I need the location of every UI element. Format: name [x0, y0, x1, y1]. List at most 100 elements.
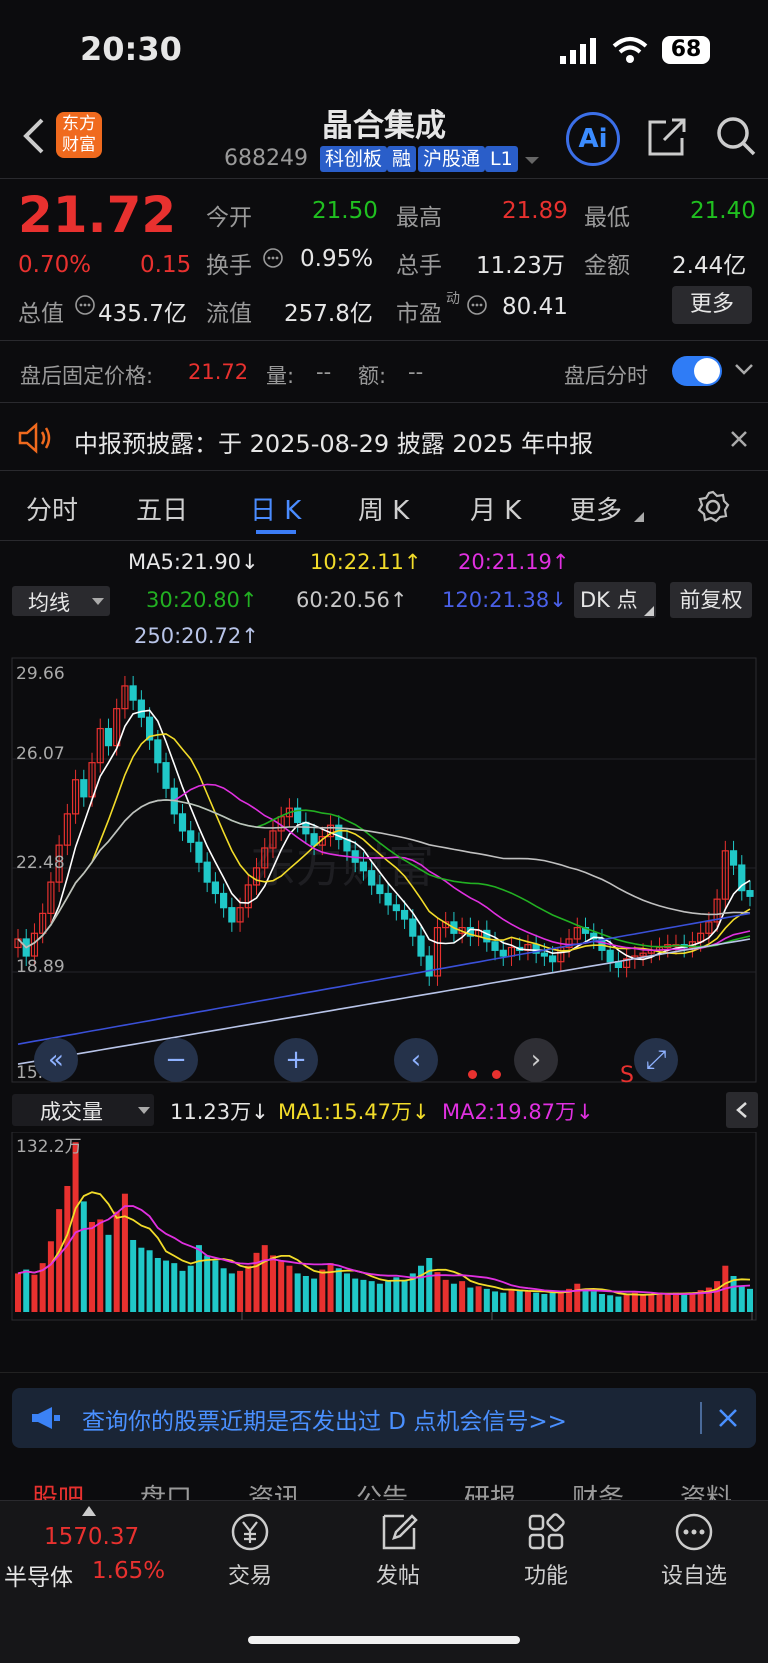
close-icon[interactable] — [718, 1408, 738, 1428]
badge-margin: 融 — [387, 146, 417, 172]
volume-bar — [549, 1292, 556, 1312]
low-label: 最低 — [584, 205, 630, 231]
candle-body — [491, 941, 499, 951]
ma10-label: 10:22.11↑ — [310, 550, 422, 574]
nav-functions[interactable]: 功能 — [496, 1510, 596, 1590]
volume-bar — [418, 1265, 425, 1312]
low-value: 21.40 — [690, 198, 756, 224]
ai-button[interactable]: Ai — [566, 112, 620, 166]
volume-bar — [146, 1250, 153, 1312]
volume-bar — [113, 1211, 120, 1312]
dropdown-icon[interactable] — [524, 156, 540, 166]
scroll-right-button[interactable]: › — [514, 1038, 558, 1082]
zoom-out-button[interactable]: − — [154, 1038, 198, 1082]
candle-body — [178, 813, 187, 832]
ma-select[interactable]: 均线 — [12, 586, 110, 616]
tab-five-day[interactable]: 五日 — [136, 490, 188, 527]
volume-bar — [368, 1281, 375, 1312]
after-hours-toggle-label: 盘后分时 — [564, 364, 648, 388]
info-icon[interactable] — [74, 294, 96, 316]
volume-current: 11.23万↓ — [170, 1100, 269, 1124]
more-button[interactable]: 更多 — [672, 286, 752, 324]
candle-body — [129, 685, 137, 701]
candle-body — [549, 955, 557, 963]
candlestick-chart[interactable]: 东方财富 29.66 26.07 22.48 18.89 15.31 S — [0, 650, 768, 1090]
nav-trade[interactable]: 交易 — [200, 1510, 300, 1590]
ma-select-label: 均线 — [28, 591, 70, 615]
chart-watermark: 东方财富 — [250, 839, 434, 893]
dk-point-button[interactable]: DK 点 — [574, 582, 656, 618]
adjust-button[interactable]: 前复权 — [670, 582, 752, 618]
candle-body — [425, 955, 433, 977]
sell-signal-marker: S — [620, 1063, 634, 1088]
dropdown-icon — [138, 1107, 150, 1114]
banner-text: 查询你的股票近期是否发出过 D 点机会信号>> — [82, 1409, 567, 1435]
volume-bar — [533, 1292, 540, 1312]
candle-body — [746, 890, 754, 897]
volume-bar — [15, 1273, 21, 1312]
volume-bar — [163, 1260, 170, 1312]
candle-body — [359, 861, 368, 872]
tab-daily-k[interactable]: 日 K — [250, 490, 301, 527]
edit-icon — [382, 1514, 418, 1550]
volume-bar — [450, 1283, 457, 1312]
volume-bar — [541, 1293, 548, 1312]
info-icon[interactable] — [262, 247, 284, 269]
sector-index-name[interactable]: 半导体 — [4, 1558, 73, 1592]
sector-index-value[interactable]: 1570.37 — [44, 1524, 139, 1550]
collapse-button[interactable] — [726, 1092, 758, 1128]
volume-value: 11.23万 — [476, 253, 565, 279]
tab-intraday[interactable]: 分时 — [26, 490, 78, 527]
signal-icon — [560, 38, 596, 64]
volume-bar — [557, 1291, 564, 1312]
volume-ma2: MA2:19.87万↓ — [442, 1100, 594, 1124]
dk-signal-banner[interactable]: 查询你的股票近期是否发出过 D 点机会信号>> — [12, 1388, 756, 1448]
volume-bar — [524, 1291, 531, 1312]
y-tick: 18.89 — [16, 957, 65, 977]
volume-ymax: 132.2万 — [16, 1137, 82, 1157]
candle-body — [104, 727, 113, 747]
search-icon[interactable] — [714, 114, 758, 158]
volume-bar — [121, 1193, 128, 1312]
volume-bar — [294, 1273, 301, 1312]
float-value: 257.8亿 — [284, 301, 373, 327]
nav-functions-label: 功能 — [523, 1564, 568, 1589]
rewind-button[interactable]: « — [34, 1038, 78, 1082]
candle-body — [162, 762, 170, 789]
pe-value: 80.41 — [502, 294, 568, 320]
after-hours-toggle[interactable] — [672, 356, 722, 386]
mcap-label: 总值 — [18, 301, 64, 327]
chevron-down-icon[interactable] — [734, 363, 754, 377]
after-hours-amt-label: 额: — [358, 364, 387, 388]
volume-bar — [228, 1273, 235, 1312]
scroll-left-button[interactable]: ‹ — [394, 1038, 438, 1082]
more-dots-icon — [675, 1513, 713, 1551]
turnover-label: 换手 — [206, 253, 252, 279]
indicator-select[interactable]: 成交量 — [12, 1094, 154, 1126]
after-hours-vol: -- — [316, 360, 332, 384]
share-icon[interactable] — [646, 116, 688, 158]
tab-monthly-k[interactable]: 月 K — [470, 490, 521, 527]
after-hours-vol-label: 量: — [266, 364, 295, 388]
tab-more[interactable]: 更多 — [570, 490, 622, 527]
volume-bar — [516, 1290, 523, 1312]
gear-icon[interactable] — [696, 490, 730, 524]
volume-chart[interactable]: 132.2万 20241028 20250117 20250429 202508… — [0, 1132, 768, 1322]
badge-connect: 沪股通 — [418, 146, 486, 172]
volume-bar — [631, 1292, 638, 1312]
candle-body — [540, 952, 548, 957]
volume-bar — [393, 1277, 400, 1312]
zoom-in-button[interactable]: + — [274, 1038, 318, 1082]
close-icon[interactable] — [730, 430, 748, 448]
sector-index-pct[interactable]: 1.65% — [92, 1558, 165, 1584]
pe-label: 市盈 — [396, 301, 442, 327]
info-icon[interactable] — [466, 294, 488, 316]
yen-coin-icon — [231, 1513, 269, 1551]
ma30-label: 30:20.80↑ — [146, 588, 258, 612]
nav-post[interactable]: 发帖 — [348, 1510, 448, 1590]
nav-add-watchlist-label: 设自选 — [660, 1564, 727, 1589]
fullscreen-button[interactable]: ⤢ — [634, 1038, 678, 1082]
volume-bar — [89, 1221, 96, 1312]
nav-add-watchlist[interactable]: 设自选 — [644, 1510, 744, 1590]
tab-weekly-k[interactable]: 周 K — [358, 490, 409, 527]
